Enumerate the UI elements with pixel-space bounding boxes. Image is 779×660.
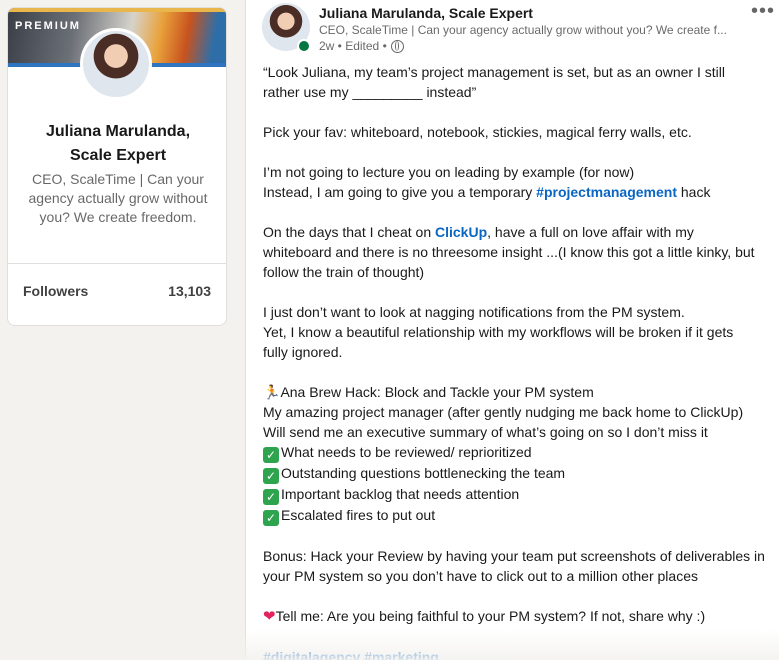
profile-avatar[interactable] <box>80 28 152 100</box>
post-body: “Look Juliana, my team’s project managem… <box>263 62 779 660</box>
post-line: Bonus: Hack your Review by having your t… <box>263 548 765 564</box>
check-icon: ✓ <box>263 489 279 505</box>
checklist-item: ✓ Outstanding questions bottlenecking the… <box>263 463 779 484</box>
profile-name[interactable]: Juliana Marulanda, Scale Expert <box>8 120 226 168</box>
checklist-item: ✓ Escalated fires to put out <box>263 505 779 526</box>
card-divider <box>8 263 226 264</box>
followers-count: 13,103 <box>168 283 211 299</box>
clickup-link[interactable]: ClickUp <box>435 224 487 240</box>
globe-icon <box>390 39 404 53</box>
online-status-icon <box>297 39 311 53</box>
post-meta-text: 2w • Edited • <box>319 39 387 53</box>
post-line: your PM system so you don’t have to clic… <box>263 568 698 584</box>
profile-card: PREMIUM Juliana Marulanda, Scale Expert … <box>7 7 227 326</box>
post-line: Will send me an executive summary of wha… <box>263 424 708 440</box>
post-line: Instead, I am going to give you a tempor… <box>263 182 779 202</box>
post-text: , have a full on love affair with my <box>487 224 694 240</box>
post-text: Tell me: Are you being faithful to your … <box>275 608 706 624</box>
post-text: Important backlog that needs attention <box>281 486 520 502</box>
check-icon: ✓ <box>263 468 279 484</box>
hashtag-marketing[interactable]: #marketing <box>364 649 439 660</box>
banner-stripe-top <box>8 8 226 12</box>
hashtag-link[interactable]: #projectmanagement <box>536 184 677 200</box>
post-text: Instead, I am going to give you a tempor… <box>263 184 537 200</box>
more-options-button[interactable]: ••• <box>751 0 775 23</box>
heart-icon: ❤ <box>263 608 276 625</box>
runner-icon: 🏃 <box>263 384 281 400</box>
post-text: Outstanding questions bottlenecking the … <box>281 465 566 481</box>
post-text: What needs to be reviewed/ reprioritized <box>281 444 532 460</box>
post-line: follow the train of thought) <box>263 264 425 280</box>
profile-headline: CEO, ScaleTime | Can your agency actuall… <box>28 171 208 225</box>
post-line: whiteboard and there is no threesome ins… <box>263 244 755 260</box>
checklist-item: ✓ What needs to be reviewed/ reprioritize… <box>263 442 779 463</box>
post-author-headline: CEO, ScaleTime | Can your agency actuall… <box>319 23 727 37</box>
post-meta: 2w • Edited • <box>319 39 404 53</box>
post-line: rather use my _________ instead” <box>263 84 477 100</box>
post-line: “Look Juliana, my team’s project managem… <box>263 64 725 80</box>
profile-name-line1: Juliana Marulanda, <box>45 123 191 140</box>
check-icon: ✓ <box>263 447 279 463</box>
profile-name-line2: Scale Expert <box>69 147 167 164</box>
post-line: I’m not going to lecture you on leading … <box>263 164 635 180</box>
checklist-item: ✓ Important backlog that needs attention <box>263 484 779 505</box>
post-line: On the days that I cheat on ClickUp, hav… <box>263 222 779 242</box>
post-line: Pick your fav: whiteboard, notebook, sti… <box>263 124 692 140</box>
post-line: 🏃Ana Brew Hack: Block and Tackle your PM… <box>263 382 779 402</box>
feed-post: Juliana Marulanda, Scale Expert CEO, Sca… <box>245 0 779 660</box>
post-text: Escalated fires to put out <box>281 507 436 523</box>
post-line: ❤Tell me: Are you being faithful to your… <box>263 606 779 627</box>
post-line: Yet, I know a beautiful relationship wit… <box>263 324 734 340</box>
premium-label: PREMIUM <box>15 20 81 32</box>
check-icon: ✓ <box>263 510 279 526</box>
post-author-name[interactable]: Juliana Marulanda, Scale Expert <box>319 5 533 21</box>
hashtag-digitalagency[interactable]: #digitalagency <box>263 649 360 660</box>
post-text: On the days that I cheat on <box>263 224 435 240</box>
hashtag-line: #digitalagency #marketing <box>263 647 779 660</box>
post-text: hack <box>676 184 711 200</box>
followers-label: Followers <box>23 283 89 299</box>
post-line: My amazing project manager (after gently… <box>263 404 744 420</box>
post-line: fully ignored. <box>263 344 343 360</box>
post-line: I just don’t want to look at nagging not… <box>263 304 685 320</box>
post-text: Ana Brew Hack: Block and Tackle your PM … <box>280 384 594 400</box>
